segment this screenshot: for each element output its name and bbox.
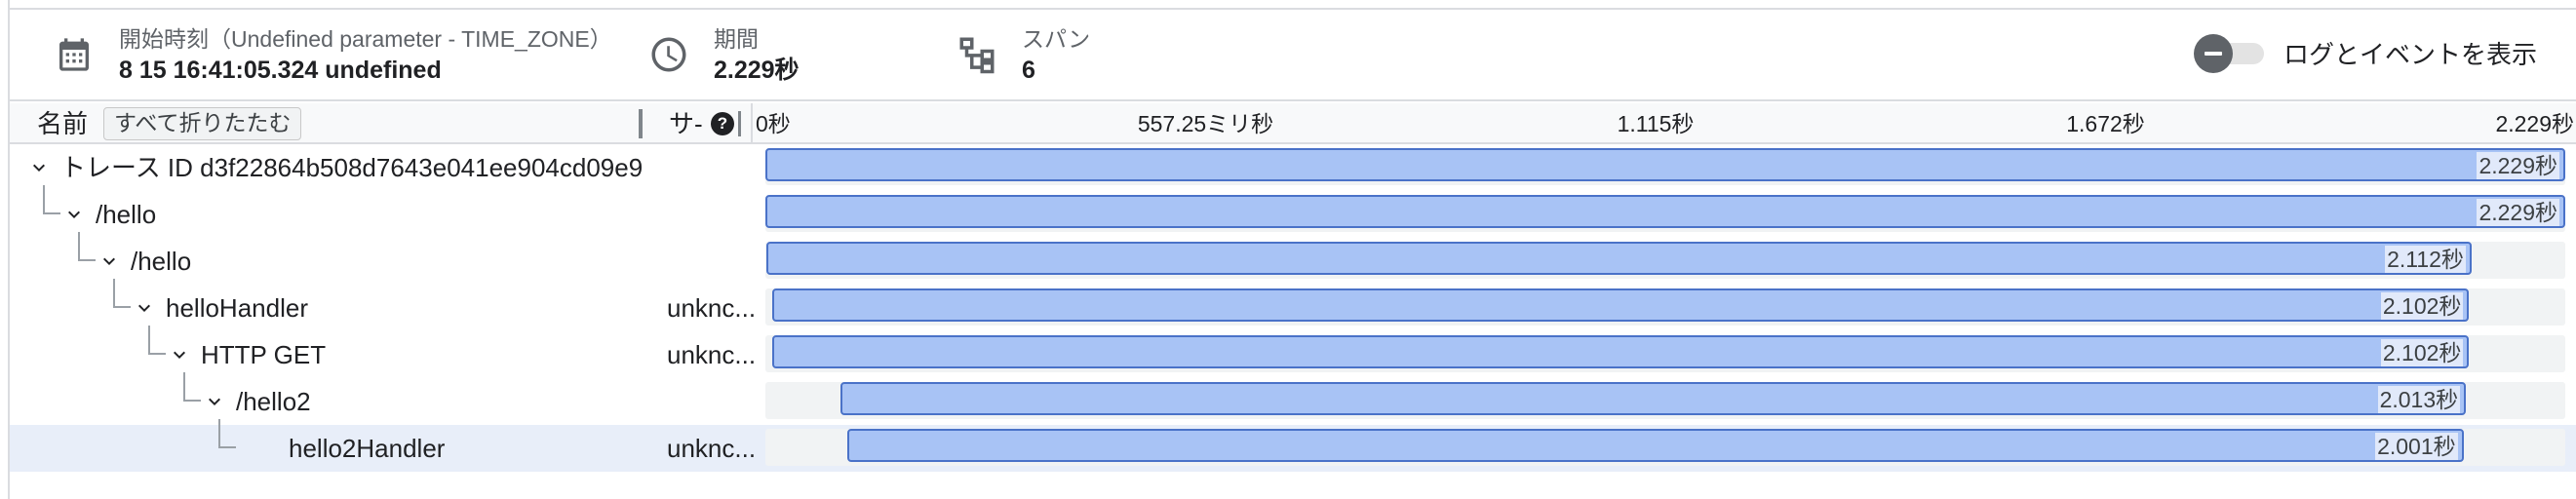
span-duration-label: 2.102秒 — [2380, 339, 2464, 366]
span-count-label: スパン — [1022, 26, 1091, 52]
span-duration-label: 2.102秒 — [2380, 292, 2464, 320]
collapse-all-button[interactable]: すべて折りたたむ — [103, 107, 302, 140]
service-column-header: サ- — [669, 109, 703, 138]
span-count-value: 6 — [1022, 57, 1035, 84]
span-bar[interactable]: 2.001秒 — [847, 429, 2464, 462]
span-row[interactable]: /hello 2.229秒 — [10, 185, 2576, 238]
logs-events-toggle-group: ログとイベントを表示 — [2193, 33, 2537, 73]
span-name: HTTP GET — [201, 340, 327, 369]
timeline-tick-label: 1.115秒 — [1617, 111, 1695, 136]
span-bar[interactable]: 2.229秒 — [765, 195, 2565, 228]
span-tree-icon — [954, 31, 1000, 78]
span-row[interactable]: トレース ID d3f22864b508d7643e041ee904cd09e9… — [10, 144, 2576, 191]
timeline-column-header: 名前 すべて折りたたむ サ- ? 0秒 557.25ミリ秒 1.115秒 1.672秒… — [10, 103, 2576, 144]
tree-connector — [113, 279, 131, 308]
chevron-down-icon[interactable] — [168, 343, 191, 366]
clock-icon — [645, 31, 692, 78]
start-time-label: 開始時刻（Undefined parameter - TIME_ZONE） — [119, 26, 612, 52]
chevron-down-icon[interactable] — [98, 250, 121, 273]
calendar-icon — [51, 31, 98, 78]
span-duration-label: 2.013秒 — [2377, 386, 2461, 413]
span-bar[interactable]: 2.102秒 — [771, 335, 2470, 368]
span-row[interactable]: helloHandler unknc... 2.102秒 — [10, 279, 2576, 331]
duration-block: 期間 2.229秒 — [645, 23, 800, 86]
span-duration-label: 2.001秒 — [2375, 433, 2458, 460]
column-divider — [751, 103, 753, 144]
logs-events-toggle[interactable] — [2193, 33, 2264, 73]
name-column-resize-handle[interactable] — [639, 109, 643, 138]
span-bar[interactable]: 2.112秒 — [765, 242, 2472, 275]
span-service: unknc... — [667, 293, 757, 323]
tree-connector — [43, 185, 60, 214]
chevron-down-icon[interactable] — [27, 156, 51, 179]
start-time-value: 8 15 16:41:05.324 undefined — [119, 57, 442, 84]
span-duration-label: 2.112秒 — [2385, 246, 2466, 273]
span-name: hello2Handler — [289, 434, 446, 463]
tree-connector — [148, 326, 166, 355]
span-name: /hello — [96, 200, 157, 229]
chevron-down-icon[interactable] — [133, 296, 156, 320]
service-column-resize-handle[interactable] — [738, 111, 741, 136]
span-row[interactable]: hello2Handler unknc... 2.001秒 — [10, 419, 2576, 472]
span-row[interactable]: /hello 2.112秒 — [10, 232, 2576, 285]
toggle-knob — [2193, 34, 2233, 73]
timeline-tick-label: 1.672秒 — [2066, 111, 2145, 136]
trace-summary-header: 開始時刻（Undefined parameter - TIME_ZONE） 8 … — [10, 10, 2576, 101]
duration-label: 期間 — [714, 26, 759, 52]
logs-events-toggle-label: ログとイベントを表示 — [2283, 39, 2537, 69]
timeline-tick-label: 557.25ミリ秒 — [1137, 111, 1274, 136]
span-duration-label: 2.229秒 — [2477, 199, 2559, 226]
span-bar[interactable]: 2.229秒 — [765, 148, 2565, 181]
tree-connector — [183, 372, 201, 402]
minus-icon — [2204, 52, 2222, 56]
chevron-down-icon[interactable] — [62, 203, 86, 226]
timeline-tick-label: 2.229秒 — [2495, 111, 2574, 136]
duration-value: 2.229秒 — [714, 57, 800, 84]
span-name: /hello — [131, 247, 192, 276]
tree-connector — [218, 419, 236, 448]
span-name: /hello2 — [236, 387, 311, 416]
timeline-tick-label: 0秒 — [756, 111, 791, 136]
span-bar[interactable]: 2.102秒 — [771, 288, 2470, 322]
span-name: helloHandler — [166, 293, 308, 323]
span-name: トレース ID d3f22864b508d7643e041ee904cd09e9 — [60, 153, 644, 182]
chevron-down-icon[interactable] — [203, 390, 226, 413]
span-row[interactable]: HTTP GET unknc... 2.102秒 — [10, 326, 2576, 378]
span-duration-label: 2.229秒 — [2477, 152, 2559, 179]
span-service: unknc... — [667, 434, 757, 463]
tree-connector — [78, 232, 96, 261]
span-row[interactable]: /hello2 2.013秒 — [10, 372, 2576, 425]
help-icon[interactable]: ? — [711, 112, 734, 135]
span-count-block: スパン 6 — [954, 23, 1090, 86]
span-bar[interactable]: 2.013秒 — [840, 382, 2467, 415]
start-time-block: 開始時刻（Undefined parameter - TIME_ZONE） 8 … — [51, 23, 612, 86]
span-service: unknc... — [667, 340, 757, 369]
name-column-header: 名前 — [37, 109, 89, 138]
